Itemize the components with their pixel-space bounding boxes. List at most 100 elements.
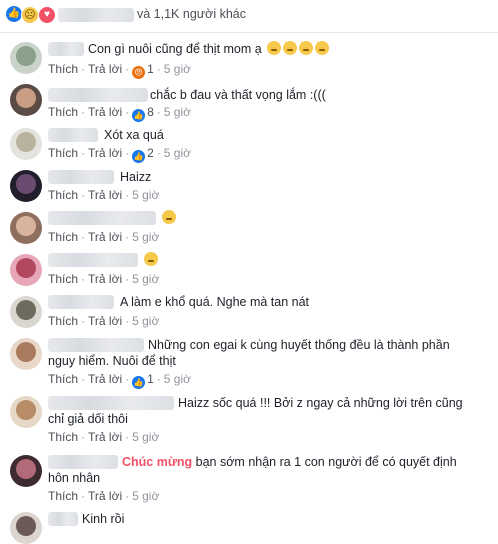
avatar[interactable]	[10, 512, 42, 544]
comment-text: A làm e khổ quá. Nghe mà tan nát	[120, 295, 310, 309]
angry-reaction-icon[interactable]: 😠	[132, 66, 146, 79]
avatar[interactable]	[10, 396, 42, 428]
separator: ·	[125, 372, 130, 386]
comment-actions: Thích · Trả lời · 👍 1 · 5 giờ	[48, 372, 191, 389]
comment-actions: Thích · Trả lời · 😠 1 · 5 giờ	[48, 62, 191, 79]
separator: ·	[125, 146, 130, 160]
reply-link[interactable]: Trả lời	[88, 62, 122, 76]
timestamp[interactable]: 5 giờ	[132, 188, 159, 202]
separator: ·	[81, 105, 86, 119]
reply-link[interactable]: Trả lời	[88, 230, 122, 244]
separator: ·	[81, 372, 86, 386]
like-link[interactable]: Thích	[48, 188, 78, 202]
like-reaction-icon[interactable]: 👍	[132, 109, 146, 122]
reaction-count[interactable]: 1	[147, 62, 154, 76]
sad-emoji-icon	[283, 41, 298, 55]
avatar[interactable]	[10, 254, 42, 286]
sad-emoji-icon	[315, 41, 330, 55]
sad-emoji-icon	[299, 41, 314, 55]
separator: ·	[156, 105, 161, 119]
separator: ·	[156, 62, 161, 76]
blurred-name	[48, 295, 114, 309]
worried-emoji-icon	[144, 252, 158, 266]
reply-link[interactable]: Trả lời	[88, 272, 122, 286]
avatar[interactable]	[10, 84, 42, 116]
avatar[interactable]	[10, 128, 42, 160]
like-link[interactable]: Thích	[48, 272, 78, 286]
timestamp[interactable]: 5 giờ	[164, 62, 191, 76]
comment-actions: Thích · Trả lời · 5 giờ	[48, 489, 159, 503]
timestamp[interactable]: 5 giờ	[132, 314, 159, 328]
reactions-summary[interactable]: 👍 ☹ ♥ và 1,1K người khác	[0, 0, 498, 33]
reaction-count[interactable]: 1	[147, 372, 154, 386]
separator: ·	[81, 272, 86, 286]
like-link[interactable]: Thích	[48, 105, 78, 119]
timestamp[interactable]: 5 giờ	[164, 105, 191, 119]
separator: ·	[81, 188, 86, 202]
like-link[interactable]: Thích	[48, 372, 78, 386]
comment-actions: Thích · Trả lời · 👍 8 · 5 giờ	[48, 105, 191, 122]
like-reaction-icon[interactable]: 👍	[132, 376, 146, 389]
reply-link[interactable]: Trả lời	[88, 489, 122, 503]
like-reaction-icon: 👍	[6, 6, 22, 22]
timestamp[interactable]: 5 giờ	[132, 230, 159, 244]
reply-link[interactable]: Trả lời	[88, 188, 122, 202]
avatar[interactable]	[10, 455, 42, 487]
separator: ·	[125, 430, 130, 444]
like-link[interactable]: Thích	[48, 430, 78, 444]
avatar[interactable]	[10, 42, 42, 74]
reaction-count[interactable]: 2	[147, 146, 154, 160]
separator: ·	[125, 489, 130, 503]
avatar[interactable]	[10, 170, 42, 202]
separator: ·	[156, 146, 161, 160]
congrats-tag[interactable]: Chúc mừng	[122, 455, 192, 469]
reply-link[interactable]: Trả lời	[88, 146, 122, 160]
separator: ·	[125, 272, 130, 286]
like-link[interactable]: Thích	[48, 230, 78, 244]
others-count[interactable]: và 1,1K người khác	[137, 7, 246, 21]
blurred-name	[48, 88, 148, 102]
separator: ·	[125, 62, 130, 76]
reply-link[interactable]: Trả lời	[88, 105, 122, 119]
reaction-count[interactable]: 8	[147, 105, 154, 119]
avatar[interactable]	[10, 338, 42, 370]
blurred-name	[48, 128, 98, 142]
sad-reaction-icon: ☹	[21, 6, 39, 24]
timestamp[interactable]: 5 giờ	[164, 372, 191, 386]
comment-actions: Thích · Trả lời · 👍 2 · 5 giờ	[48, 146, 191, 163]
separator: ·	[81, 62, 86, 76]
separator: ·	[81, 230, 86, 244]
comment-text: Chúc mừng bạn sớm nhận ra 1 con người để…	[48, 455, 457, 485]
like-link[interactable]: Thích	[48, 314, 78, 328]
like-reaction-icon[interactable]: 👍	[132, 150, 146, 163]
separator: ·	[156, 372, 161, 386]
comment-text: Xót xa quá	[104, 128, 164, 142]
like-link[interactable]: Thích	[48, 489, 78, 503]
reply-link[interactable]: Trả lời	[88, 430, 122, 444]
separator: ·	[81, 146, 86, 160]
blurred-name	[48, 253, 138, 267]
like-link[interactable]: Thích	[48, 62, 78, 76]
avatar[interactable]	[10, 296, 42, 328]
comment-text: Kinh rồi	[82, 512, 125, 526]
like-link[interactable]: Thích	[48, 146, 78, 160]
reply-link[interactable]: Trả lời	[88, 314, 122, 328]
blurred-name	[58, 8, 134, 22]
reply-link[interactable]: Trả lời	[88, 372, 122, 386]
comment-text	[160, 210, 176, 226]
comment-actions: Thích · Trả lời · 5 giờ	[48, 430, 159, 444]
timestamp[interactable]: 5 giờ	[132, 489, 159, 503]
separator: ·	[125, 314, 130, 328]
separator: ·	[81, 430, 86, 444]
blurred-name	[48, 170, 114, 184]
avatar[interactable]	[10, 212, 42, 244]
timestamp[interactable]: 5 giờ	[132, 272, 159, 286]
timestamp[interactable]: 5 giờ	[132, 430, 159, 444]
separator: ·	[125, 105, 130, 119]
comment-text: Haizz sốc quá !!! Bởi z ngay cả những lờ…	[48, 396, 463, 426]
sad-emoji-icon	[162, 210, 176, 224]
separator: ·	[125, 188, 130, 202]
separator: ·	[81, 489, 86, 503]
timestamp[interactable]: 5 giờ	[164, 146, 191, 160]
comment-text: chắc b đau và thất vọng lắm :(((	[150, 88, 326, 102]
